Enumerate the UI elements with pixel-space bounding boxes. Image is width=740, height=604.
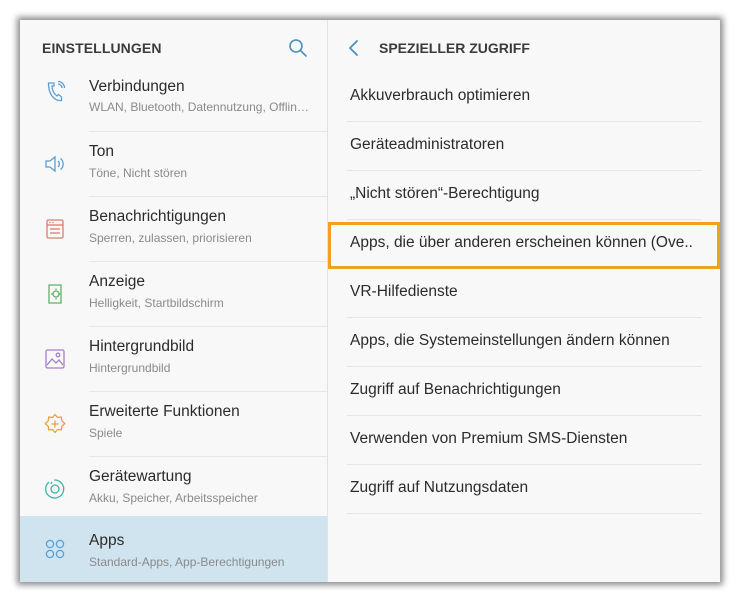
- sidebar-item-ton[interactable]: Ton Töne, Nicht stören: [20, 132, 327, 197]
- wifi-call-icon: [47, 80, 66, 102]
- list-item-label: VR-Hilfedienste: [350, 283, 458, 300]
- detail-header: SPEZIELLER ZUGRIFF: [328, 20, 720, 76]
- apps-icon: [45, 539, 65, 559]
- sidebar-item-subtitle: Akku, Speicher, Arbeitsspeicher: [89, 491, 258, 505]
- sidebar-item-subtitle: WLAN, Bluetooth, Datennutzung, Offline..…: [89, 100, 311, 114]
- special-access-pane: SPEZIELLER ZUGRIFF Akkuverbrauch optimie…: [328, 20, 720, 582]
- sidebar-item-subtitle: Spiele: [89, 426, 123, 440]
- sidebar-item-apps[interactable]: Apps Standard-Apps, App-Berechtigungen: [20, 516, 327, 582]
- advanced-features-icon: [44, 413, 66, 434]
- settings-sidebar: EINSTELLUNGEN Verbindungen WLAN, Bluetoo…: [20, 20, 327, 582]
- notifications-icon: [46, 219, 64, 239]
- sidebar-item-title: Ton: [89, 143, 114, 160]
- sidebar-item-subtitle: Sperren, zulassen, priorisieren: [89, 231, 252, 245]
- list-item-label: Akkuverbrauch optimieren: [350, 87, 531, 104]
- list-item-label: Zugriff auf Benachrichtigungen: [350, 381, 561, 398]
- detail-title: SPEZIELLER ZUGRIFF: [379, 40, 530, 56]
- sidebar-item-verbindungen[interactable]: Verbindungen WLAN, Bluetooth, Datennutzu…: [20, 67, 327, 132]
- list-item-systemeinstellungen[interactable]: Apps, die Systemeinstellungen ändern kön…: [328, 318, 720, 367]
- divider: [347, 513, 702, 514]
- sidebar-item-title: Apps: [89, 532, 125, 549]
- speaker-icon: [45, 155, 64, 173]
- sidebar-item-title: Anzeige: [89, 273, 146, 290]
- sidebar-item-title: Gerätewartung: [89, 468, 192, 485]
- list-item-akkuverbrauch[interactable]: Akkuverbrauch optimieren: [328, 73, 720, 122]
- sidebar-item-subtitle: Hintergrundbild: [89, 361, 171, 375]
- sidebar-item-title: Benachrichtigungen: [89, 208, 227, 225]
- highlight-frame: [328, 222, 720, 269]
- search-icon[interactable]: [288, 38, 308, 58]
- display-icon: [48, 284, 62, 304]
- sidebar-item-benachrichtigungen[interactable]: Benachrichtigungen Sperren, zulassen, pr…: [20, 197, 327, 262]
- wallpaper-icon: [45, 349, 65, 369]
- list-item-label: Apps, die Systemeinstellungen ändern kön…: [350, 332, 670, 349]
- list-item-label: Verwenden von Premium SMS-Diensten: [350, 430, 628, 447]
- sidebar-item-title: Verbindungen: [89, 78, 185, 95]
- list-item-premium-sms[interactable]: Verwenden von Premium SMS-Diensten: [328, 416, 720, 465]
- list-item-nicht-stoeren[interactable]: „Nicht stören“-Berechtigung: [328, 171, 720, 220]
- sidebar-item-title: Erweiterte Funktionen: [89, 403, 240, 420]
- sidebar-item-subtitle: Helligkeit, Startbildschirm: [89, 296, 224, 310]
- sidebar-item-hintergrundbild[interactable]: Hintergrundbild Hintergrundbild: [20, 327, 327, 392]
- sidebar-title: EINSTELLUNGEN: [42, 40, 162, 56]
- device-maintenance-icon: [45, 479, 65, 499]
- sidebar-item-erweiterte-funktionen[interactable]: Erweiterte Funktionen Spiele: [20, 392, 327, 457]
- list-item-geraeteadministratoren[interactable]: Geräteadministratoren: [328, 122, 720, 171]
- sidebar-item-geraetewartung[interactable]: Gerätewartung Akku, Speicher, Arbeitsspe…: [20, 457, 327, 522]
- list-item-label: Geräteadministratoren: [350, 136, 505, 153]
- list-item-zugriff-benachrichtigungen[interactable]: Zugriff auf Benachrichtigungen: [328, 367, 720, 416]
- settings-window: EINSTELLUNGEN Verbindungen WLAN, Bluetoo…: [20, 20, 720, 582]
- list-item-nutzungsdaten[interactable]: Zugriff auf Nutzungsdaten: [328, 465, 720, 514]
- list-item-vr-hilfedienste[interactable]: VR-Hilfedienste: [328, 269, 720, 318]
- list-item-label: „Nicht stören“-Berechtigung: [350, 185, 540, 202]
- sidebar-item-subtitle: Standard-Apps, App-Berechtigungen: [89, 555, 285, 569]
- sidebar-item-subtitle: Töne, Nicht stören: [89, 166, 188, 180]
- sidebar-item-anzeige[interactable]: Anzeige Helligkeit, Startbildschirm: [20, 262, 327, 327]
- list-item-label: Zugriff auf Nutzungsdaten: [350, 479, 529, 496]
- sidebar-item-title: Hintergrundbild: [89, 338, 195, 355]
- back-chevron-icon[interactable]: [346, 38, 362, 58]
